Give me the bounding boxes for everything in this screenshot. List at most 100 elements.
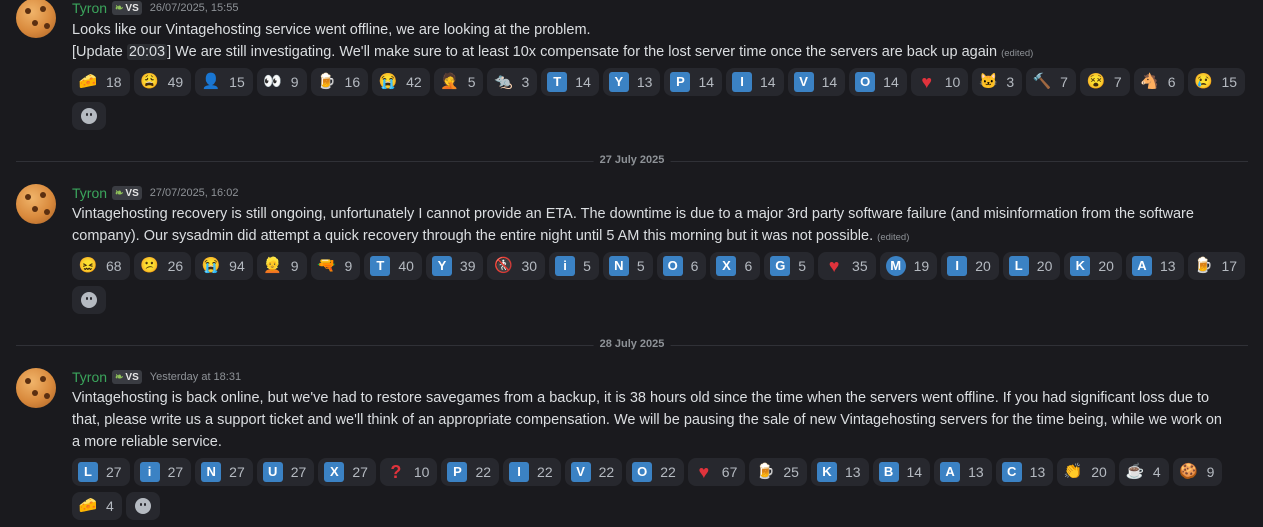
reaction-chip[interactable]: 🍪 9 xyxy=(1172,458,1223,486)
author-name[interactable]: Tyron xyxy=(72,0,107,16)
reaction-count: 20 xyxy=(1091,464,1107,480)
confounded-face-icon: 😖 xyxy=(78,257,98,274)
reaction-chip[interactable]: 😖 68 xyxy=(72,252,130,280)
reaction-chip[interactable]: V 14 xyxy=(787,68,846,96)
reaction-chip[interactable]: A 13 xyxy=(1125,252,1184,280)
reaction-chip[interactable]: 😭 42 xyxy=(372,68,430,96)
reaction-chip[interactable]: 🚷 30 xyxy=(487,252,546,280)
reaction-chip[interactable]: O6 xyxy=(656,252,707,280)
reaction-chip[interactable]: 🍺 25 xyxy=(749,458,807,486)
letter-b-icon: B xyxy=(878,462,899,482)
reaction-chip[interactable]: ♥ 67 xyxy=(687,458,746,486)
reaction-chip[interactable]: K 20 xyxy=(1064,252,1122,280)
reaction-chip[interactable]: V 22 xyxy=(564,458,623,486)
reaction-chip[interactable]: A 13 xyxy=(934,458,992,486)
reaction-count: 13 xyxy=(968,464,984,480)
reaction-chip[interactable]: 🧀 4 xyxy=(72,492,122,520)
reaction-chip[interactable]: X6 xyxy=(710,252,761,280)
reaction-chip[interactable]: 🍺 16 xyxy=(310,68,369,96)
reaction-count: 27 xyxy=(167,464,184,480)
reactions-bar: 😖 68 😕 26 😭 94 👱 9 🔫 9 T 40 Y 39 🚷 30 i 5 N 5 O 6 X 6 G 5 ♥ 35 M 19 I 2… xyxy=(72,252,1252,314)
date-divider: 28 July 2025 xyxy=(16,338,1248,350)
reaction-count: 5 xyxy=(636,258,645,274)
add-reaction-button[interactable] xyxy=(72,286,106,314)
face-with-goggles-icon: 😵 xyxy=(1086,73,1106,90)
reaction-chip[interactable]: 🔨 7 xyxy=(1026,68,1076,96)
reaction-chip[interactable]: T 40 xyxy=(364,252,422,280)
reaction-chip[interactable]: ? 10 xyxy=(379,458,438,486)
cookie-avatar[interactable] xyxy=(16,184,56,224)
reaction-chip[interactable]: 🧀 18 xyxy=(72,68,130,96)
reaction-chip[interactable]: 👤 15 xyxy=(195,68,253,96)
reaction-chip[interactable]: C 13 xyxy=(995,458,1054,486)
reaction-chip[interactable]: i5 xyxy=(549,252,599,280)
reaction-chip[interactable]: ♥ 35 xyxy=(818,252,876,280)
timestamp: 26/07/2025, 15:55 xyxy=(149,2,239,14)
reaction-count: 9 xyxy=(290,74,299,90)
reaction-chip[interactable]: U 27 xyxy=(256,458,315,486)
heart-icon: ♥ xyxy=(828,256,840,276)
letter-c-icon: C xyxy=(1001,462,1022,482)
reaction-chip[interactable]: 😕 26 xyxy=(133,252,192,280)
no-pedestrians-icon: 🚷 xyxy=(494,257,513,274)
reaction-count: 15 xyxy=(229,74,245,90)
reaction-chip[interactable]: ♥ 10 xyxy=(910,68,969,96)
reaction-chip[interactable]: X 27 xyxy=(318,458,376,486)
author-name[interactable]: Tyron xyxy=(72,369,107,385)
reaction-chip[interactable]: 🐀 3 xyxy=(487,68,538,96)
reaction-count: 15 xyxy=(1221,74,1238,90)
reaction-chip[interactable]: 😢 15 xyxy=(1187,68,1246,96)
reaction-chip[interactable]: I 14 xyxy=(726,68,784,96)
letter-k-icon: K xyxy=(1070,256,1091,276)
reaction-count: 5 xyxy=(583,258,591,274)
reaction-count: 4 xyxy=(106,498,114,514)
reaction-count: 6 xyxy=(744,258,753,274)
reaction-chip[interactable]: I 22 xyxy=(503,458,561,486)
reaction-chip[interactable]: P 22 xyxy=(441,458,500,486)
server-tag[interactable]: ❧ VS xyxy=(112,1,142,15)
reaction-count: 18 xyxy=(106,74,122,90)
reaction-chip[interactable]: M 19 xyxy=(879,252,938,280)
reaction-chip[interactable]: 👏 20 xyxy=(1057,458,1115,486)
hammer-icon: 🔨 xyxy=(1032,73,1052,90)
reaction-chip[interactable]: O 22 xyxy=(626,458,684,486)
weary-face-icon: 😩 xyxy=(140,73,159,90)
reaction-count: 14 xyxy=(698,74,715,90)
reaction-chip[interactable]: 👱 9 xyxy=(256,252,307,280)
reaction-chip[interactable]: P 14 xyxy=(664,68,723,96)
reaction-chip[interactable]: 😩 49 xyxy=(133,68,192,96)
reaction-chip[interactable]: 🐱 3 xyxy=(972,68,1023,96)
reaction-chip[interactable]: N5 xyxy=(602,252,653,280)
reaction-chip[interactable]: T 14 xyxy=(541,68,599,96)
cookie-avatar[interactable] xyxy=(16,0,56,38)
reaction-chip[interactable]: B 14 xyxy=(872,458,931,486)
reaction-count: 30 xyxy=(521,258,538,274)
server-tag[interactable]: ❧ VS xyxy=(112,370,142,384)
reaction-chip[interactable]: L 20 xyxy=(1002,252,1061,280)
reaction-chip[interactable]: O 14 xyxy=(849,68,907,96)
author-name[interactable]: Tyron xyxy=(72,185,107,201)
server-tag[interactable]: ❧ VS xyxy=(112,186,142,200)
add-reaction-button[interactable] xyxy=(72,102,106,130)
reaction-chip[interactable]: i 27 xyxy=(133,458,192,486)
letter-o-icon: O xyxy=(632,462,653,482)
reaction-chip[interactable]: 👀 9 xyxy=(256,68,307,96)
reaction-chip[interactable]: 😵 7 xyxy=(1079,68,1130,96)
reaction-chip[interactable]: 🐴 6 xyxy=(1133,68,1184,96)
reaction-chip[interactable]: I 20 xyxy=(941,252,999,280)
reaction-chip[interactable]: K 13 xyxy=(810,458,869,486)
reaction-chip[interactable]: 🍺 17 xyxy=(1187,252,1246,280)
reaction-chip[interactable]: Y 39 xyxy=(425,252,484,280)
reaction-chip[interactable]: ☕ 4 xyxy=(1118,458,1169,486)
reaction-chip[interactable]: 😭 94 xyxy=(195,252,253,280)
letter-l-icon: L xyxy=(78,462,98,482)
add-reaction-button[interactable] xyxy=(125,492,160,520)
cookie-avatar[interactable] xyxy=(16,368,56,408)
reaction-chip[interactable]: Y 13 xyxy=(602,68,661,96)
reaction-chip[interactable]: N 27 xyxy=(195,458,253,486)
reaction-chip[interactable]: 🤦 5 xyxy=(433,68,484,96)
letter-a-icon: A xyxy=(940,462,961,482)
reaction-chip[interactable]: 🔫 9 xyxy=(310,252,361,280)
reaction-chip[interactable]: L 27 xyxy=(72,458,130,486)
reaction-chip[interactable]: G5 xyxy=(764,252,815,280)
